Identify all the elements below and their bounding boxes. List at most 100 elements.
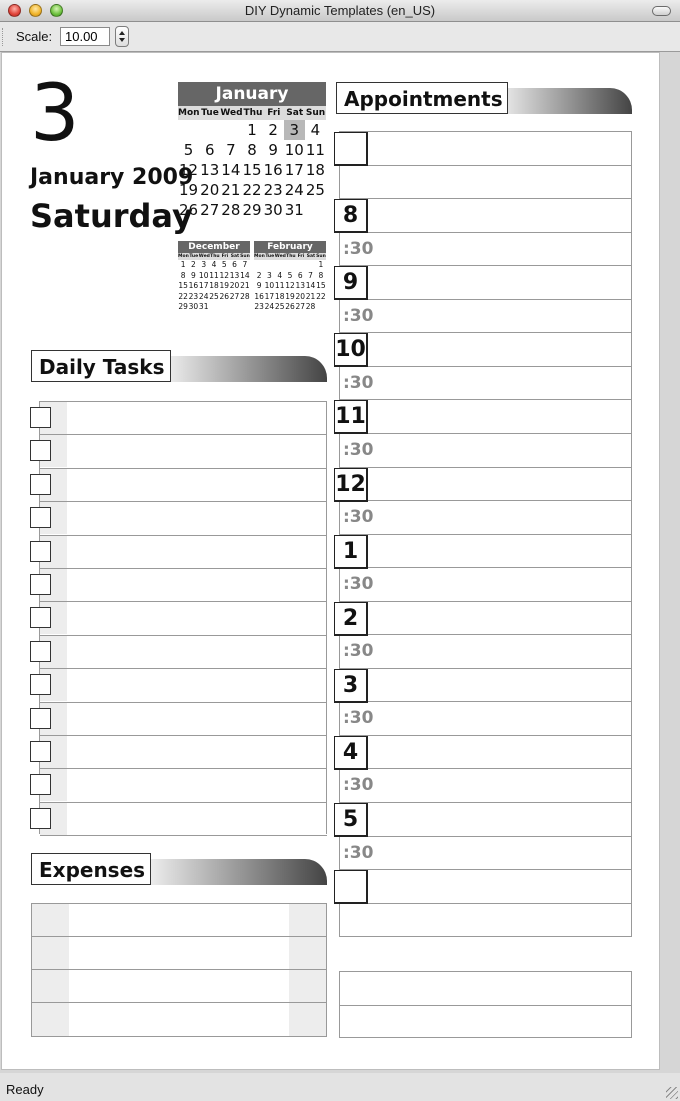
mini-calendar-day[interactable]: 20 <box>295 292 306 303</box>
task-row[interactable] <box>40 501 327 535</box>
mini-calendar-day[interactable]: 7 <box>305 271 315 282</box>
mini-calendar-day[interactable]: 5 <box>285 271 295 282</box>
toolbar-toggle-button[interactable] <box>652 6 671 16</box>
mini-calendar-day[interactable]: 19 <box>178 180 199 200</box>
mini-calendar-day[interactable]: 31 <box>199 302 209 313</box>
task-checkbox[interactable] <box>30 607 51 629</box>
mini-calendar-day[interactable]: 12 <box>178 160 199 180</box>
mini-calendar-day[interactable]: 24 <box>264 302 275 313</box>
expense-row[interactable] <box>32 1003 326 1036</box>
mini-calendar-day[interactable]: 17 <box>264 292 275 303</box>
mini-calendar-day[interactable]: 26 <box>219 292 230 303</box>
notes-box[interactable] <box>339 971 632 1038</box>
mini-calendar-day[interactable]: 9 <box>254 281 264 292</box>
mini-calendar-day[interactable]: 19 <box>219 281 230 292</box>
task-row[interactable] <box>40 601 327 635</box>
mini-calendar-day[interactable]: 8 <box>178 271 188 282</box>
mini-calendar-day[interactable]: 2 <box>254 271 264 282</box>
appointment-hour-box[interactable]: 1 <box>334 534 368 569</box>
mini-calendar-day[interactable]: 4 <box>275 271 285 282</box>
mini-calendar-day[interactable]: 18 <box>209 281 219 292</box>
mini-calendar-day[interactable]: 23 <box>254 302 264 313</box>
mini-calendar-day[interactable]: 5 <box>178 140 199 160</box>
mini-calendar-day[interactable]: 22 <box>316 292 326 303</box>
task-row[interactable] <box>40 701 327 735</box>
scale-input[interactable] <box>60 27 110 46</box>
task-checkbox[interactable] <box>30 707 51 729</box>
resize-grip-icon[interactable] <box>666 1087 678 1099</box>
mini-calendar-day[interactable]: 18 <box>275 292 285 303</box>
mini-calendar-day[interactable]: 24 <box>199 292 209 303</box>
appointment-hour-box[interactable]: 11 <box>334 400 368 435</box>
task-checkbox[interactable] <box>30 507 51 529</box>
task-checkbox[interactable] <box>30 807 51 829</box>
task-row[interactable] <box>40 568 327 601</box>
task-checkbox[interactable] <box>30 640 51 662</box>
mini-calendar-day[interactable]: 1 <box>316 260 326 271</box>
mini-calendar-day[interactable]: 28 <box>220 200 241 220</box>
mini-calendar-day[interactable]: 7 <box>220 140 241 160</box>
appointment-hour-box-blank[interactable] <box>334 870 368 905</box>
mini-calendar-day[interactable]: 16 <box>263 160 284 180</box>
mini-calendar-day[interactable]: 4 <box>305 120 326 140</box>
mini-calendar-day[interactable]: 21 <box>240 281 250 292</box>
mini-calendar-day[interactable]: 25 <box>209 292 219 303</box>
task-row[interactable] <box>40 668 327 702</box>
task-row[interactable] <box>40 467 327 501</box>
mini-calendar-day[interactable]: 25 <box>305 180 326 200</box>
mini-calendar-day[interactable]: 20 <box>199 180 220 200</box>
mini-calendar-day[interactable]: 28 <box>240 292 250 303</box>
mini-calendar-day[interactable]: 6 <box>229 260 239 271</box>
mini-calendar-day[interactable]: 16 <box>188 281 199 292</box>
mini-calendar-day[interactable]: 29 <box>241 200 262 220</box>
mini-calendar-day[interactable]: 1 <box>178 260 188 271</box>
mini-calendar-day[interactable]: 16 <box>254 292 264 303</box>
mini-calendar-day[interactable]: 10 <box>199 271 209 282</box>
mini-calendar-day[interactable]: 15 <box>178 281 188 292</box>
task-checkbox[interactable] <box>30 674 51 696</box>
mini-calendar-day[interactable]: 21 <box>220 180 241 200</box>
task-row[interactable] <box>40 768 327 802</box>
mini-calendar-day[interactable]: 31 <box>284 200 305 220</box>
stepper-up-icon[interactable] <box>119 31 125 35</box>
task-checkbox[interactable] <box>30 774 51 796</box>
mini-calendar-day[interactable]: 12 <box>285 281 295 292</box>
mini-calendar-day[interactable]: 6 <box>295 271 305 282</box>
mini-calendar-day[interactable]: 3 <box>264 271 274 282</box>
mini-calendar-day[interactable]: 10 <box>264 281 275 292</box>
mini-calendar-day[interactable]: 15 <box>316 281 326 292</box>
mini-calendar-day[interactable]: 6 <box>199 140 220 160</box>
task-row[interactable] <box>40 434 327 468</box>
mini-calendar-day[interactable]: 21 <box>305 292 316 303</box>
mini-calendar-day[interactable]: 25 <box>275 302 285 313</box>
mini-calendar-day[interactable]: 22 <box>178 292 188 303</box>
mini-calendar-day[interactable]: 27 <box>229 292 240 303</box>
mini-calendar-day[interactable]: 10 <box>284 140 305 160</box>
mini-calendar-day[interactable]: 24 <box>284 180 305 200</box>
mini-calendar-day[interactable]: 13 <box>229 271 240 282</box>
mini-calendar-day[interactable]: 20 <box>229 281 240 292</box>
mini-calendar-day[interactable]: 4 <box>209 260 219 271</box>
mini-calendar-day[interactable]: 8 <box>241 140 262 160</box>
mini-calendar-day[interactable]: 26 <box>285 302 295 313</box>
mini-calendar-day[interactable]: 2 <box>188 260 198 271</box>
mini-calendar-day[interactable]: 14 <box>240 271 250 282</box>
appointment-hour-box[interactable]: 8 <box>334 199 368 234</box>
mini-calendar-day[interactable]: 29 <box>178 302 188 313</box>
mini-calendar-day[interactable]: 23 <box>188 292 199 303</box>
expense-row[interactable] <box>32 970 326 1003</box>
mini-calendar-day[interactable]: 30 <box>263 200 284 220</box>
task-row[interactable] <box>40 634 327 668</box>
mini-calendar-day[interactable]: 9 <box>188 271 198 282</box>
mini-calendar-day[interactable]: 2 <box>263 120 284 140</box>
task-checkbox[interactable] <box>30 407 51 428</box>
mini-calendar-day[interactable]: 7 <box>240 260 250 271</box>
appointment-hour-box[interactable]: 3 <box>334 668 368 703</box>
mini-calendar-day[interactable]: 23 <box>263 180 284 200</box>
mini-calendar-day[interactable]: 11 <box>305 140 326 160</box>
mini-calendar-day[interactable]: 19 <box>285 292 295 303</box>
mini-calendar-day[interactable]: 27 <box>295 302 306 313</box>
mini-calendar-day[interactable]: 1 <box>241 120 262 140</box>
mini-calendar-day[interactable]: 14 <box>220 160 241 180</box>
mini-calendar-day[interactable]: 3 <box>199 260 209 271</box>
